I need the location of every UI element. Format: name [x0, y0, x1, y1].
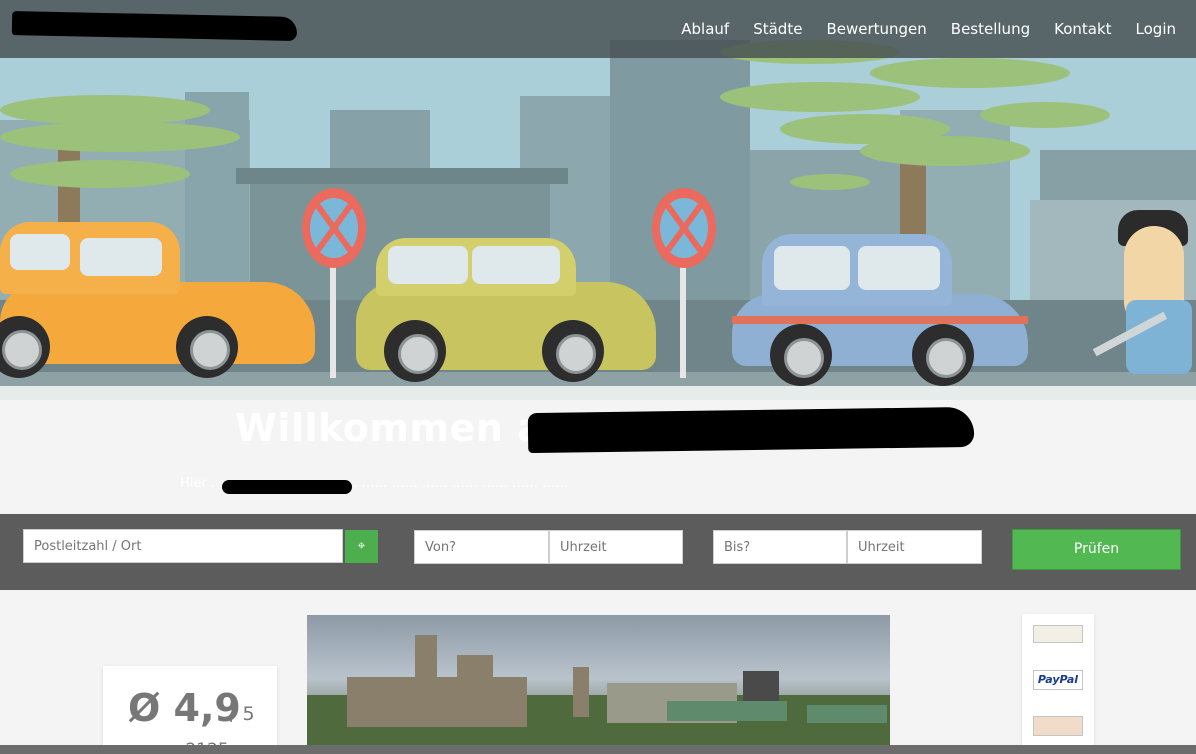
city-photo: [307, 615, 890, 754]
to-time-input[interactable]: [847, 530, 982, 564]
bottom-strip: [0, 745, 1196, 754]
brand-logo-redacted[interactable]: [11, 11, 298, 41]
to-date-input[interactable]: [713, 530, 847, 564]
from-time-input[interactable]: [549, 530, 683, 564]
rating-score: Ø 4,9: [128, 686, 241, 730]
crosshair-icon: ⌖: [357, 538, 366, 554]
nav-link-staedte[interactable]: Städte: [753, 20, 802, 38]
rating-max: / 5: [230, 703, 255, 725]
paypal-logo: PayPal: [1033, 670, 1083, 690]
nav-link-bestellung[interactable]: Bestellung: [951, 20, 1030, 38]
nav-link-bewertungen[interactable]: Bewertungen: [826, 20, 926, 38]
redaction-mark: [527, 406, 975, 454]
credit-card-logo: [1033, 716, 1083, 736]
nav-link-ablauf[interactable]: Ablauf: [681, 20, 729, 38]
check-button[interactable]: Prüfen: [1012, 529, 1181, 570]
locate-button[interactable]: ⌖: [345, 530, 378, 563]
sofort-logo: [1033, 625, 1083, 643]
hero-illustration: [0, 0, 1196, 400]
from-date-input[interactable]: [414, 530, 549, 564]
nav-links: Ablauf Städte Bewertungen Bestellung Kon…: [669, 0, 1188, 58]
top-navbar: Ablauf Städte Bewertungen Bestellung Kon…: [0, 0, 1196, 58]
location-input[interactable]: [23, 529, 343, 563]
nav-link-login[interactable]: Login: [1136, 20, 1176, 38]
redaction-mark: [222, 480, 352, 494]
nav-link-kontakt[interactable]: Kontakt: [1054, 20, 1111, 38]
